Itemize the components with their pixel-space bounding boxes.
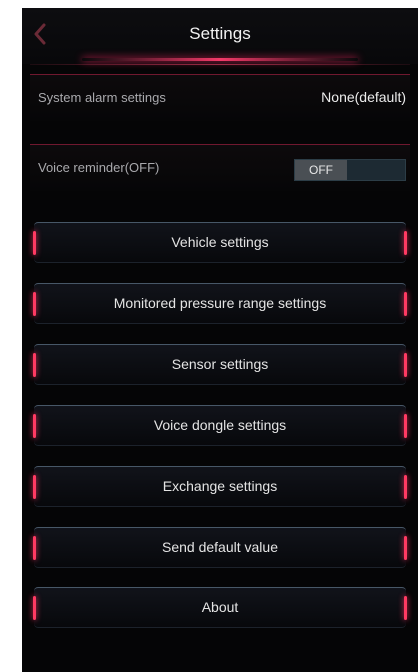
button-label: Sensor settings: [171, 356, 269, 372]
send-default-value-button[interactable]: Send default value: [33, 527, 407, 568]
accent-bar-right: [404, 231, 407, 255]
system-alarm-settings-row[interactable]: System alarm settings None(default): [30, 74, 410, 121]
exchange-settings-button[interactable]: Exchange settings: [33, 466, 407, 507]
accent-bar-right: [404, 353, 407, 377]
button-label: Vehicle settings: [171, 234, 269, 250]
button-label: Voice dongle settings: [153, 417, 287, 433]
monitored-pressure-range-settings-button[interactable]: Monitored pressure range settings: [33, 283, 407, 324]
sensor-settings-button[interactable]: Sensor settings: [33, 344, 407, 385]
accent-bar-right: [404, 596, 407, 620]
button-label: Send default value: [162, 539, 278, 555]
about-button[interactable]: About: [33, 587, 407, 628]
accent-bar-right: [404, 414, 407, 438]
page-title: Settings: [189, 24, 251, 43]
vehicle-settings-button[interactable]: Vehicle settings: [33, 222, 407, 263]
voice-reminder-row: Voice reminder(OFF) OFF: [30, 144, 410, 191]
settings-screen: Settings System alarm settings None(defa…: [22, 0, 418, 672]
toggle-knob: OFF: [295, 160, 347, 180]
accent-bar-right: [404, 475, 407, 499]
accent-bar-right: [404, 292, 407, 316]
button-label: About: [201, 599, 239, 615]
button-label: Monitored pressure range settings: [113, 295, 327, 311]
system-alarm-settings-value: None(default): [321, 89, 406, 105]
header-glow-divider: [82, 58, 358, 61]
voice-reminder-label: Voice reminder(OFF): [38, 160, 160, 175]
header-bar: Settings: [22, 8, 418, 65]
voice-dongle-settings-button[interactable]: Voice dongle settings: [33, 405, 407, 446]
system-alarm-settings-label: System alarm settings: [38, 90, 166, 105]
header-divider: [30, 64, 410, 65]
status-bar: [22, 0, 418, 8]
button-label: Exchange settings: [162, 478, 278, 494]
voice-reminder-toggle[interactable]: OFF: [294, 159, 406, 181]
accent-bar-right: [404, 536, 407, 560]
